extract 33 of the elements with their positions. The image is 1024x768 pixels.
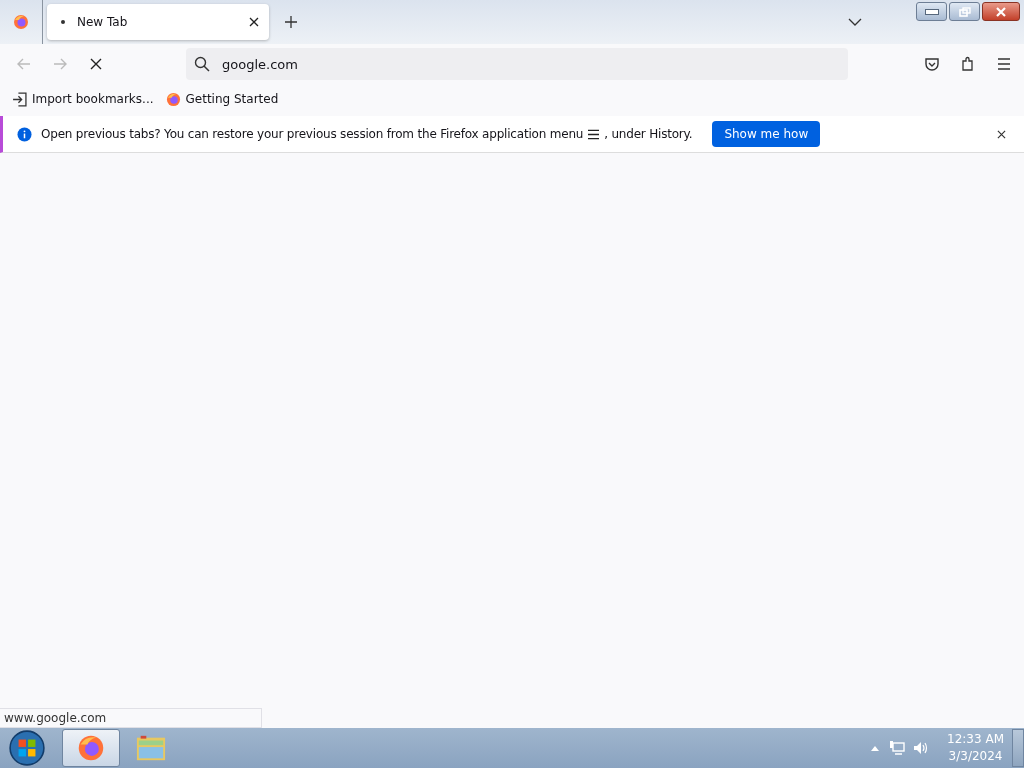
stop-icon[interactable]: [88, 56, 104, 72]
browser-tab[interactable]: New Tab: [47, 4, 269, 40]
close-icon[interactable]: [997, 129, 1006, 139]
import-icon: [12, 91, 27, 107]
pocket-icon[interactable]: [924, 56, 940, 72]
notification-message: , under History.: [604, 127, 693, 141]
restore-button[interactable]: [949, 2, 980, 21]
show-me-how-button[interactable]: Show me how: [712, 121, 821, 147]
new-tab-icon[interactable]: [285, 16, 297, 28]
firefox-icon: [165, 91, 181, 107]
chevron-down-icon[interactable]: [848, 18, 862, 26]
menu-icon[interactable]: [996, 56, 1012, 72]
search-icon: [194, 56, 210, 72]
close-icon: [996, 6, 1006, 17]
status-url: www.google.com: [0, 708, 262, 728]
tab-title: New Tab: [77, 15, 129, 29]
taskbar-button[interactable]: [62, 729, 120, 767]
minimize-button[interactable]: [916, 2, 947, 21]
minimize-icon: [924, 8, 939, 15]
restore-icon: [958, 6, 971, 17]
firefox-icon[interactable]: [13, 14, 29, 30]
close-button[interactable]: [982, 2, 1020, 21]
start-button[interactable]: [8, 729, 46, 767]
firefox-icon: [76, 734, 106, 762]
loading-dot-icon: [61, 20, 65, 24]
notification-message: Open previous tabs? You can restore your previous session from the Firefox application menu: [41, 127, 584, 141]
address-bar[interactable]: google.com: [186, 48, 848, 80]
menu-icon: [587, 128, 601, 140]
info-icon: [17, 126, 32, 142]
folder-icon: [136, 734, 166, 762]
bookmark-link[interactable]: Import bookmarks...: [32, 92, 154, 106]
bookmark-link[interactable]: Getting Started: [185, 92, 279, 106]
close-icon[interactable]: [249, 17, 259, 27]
